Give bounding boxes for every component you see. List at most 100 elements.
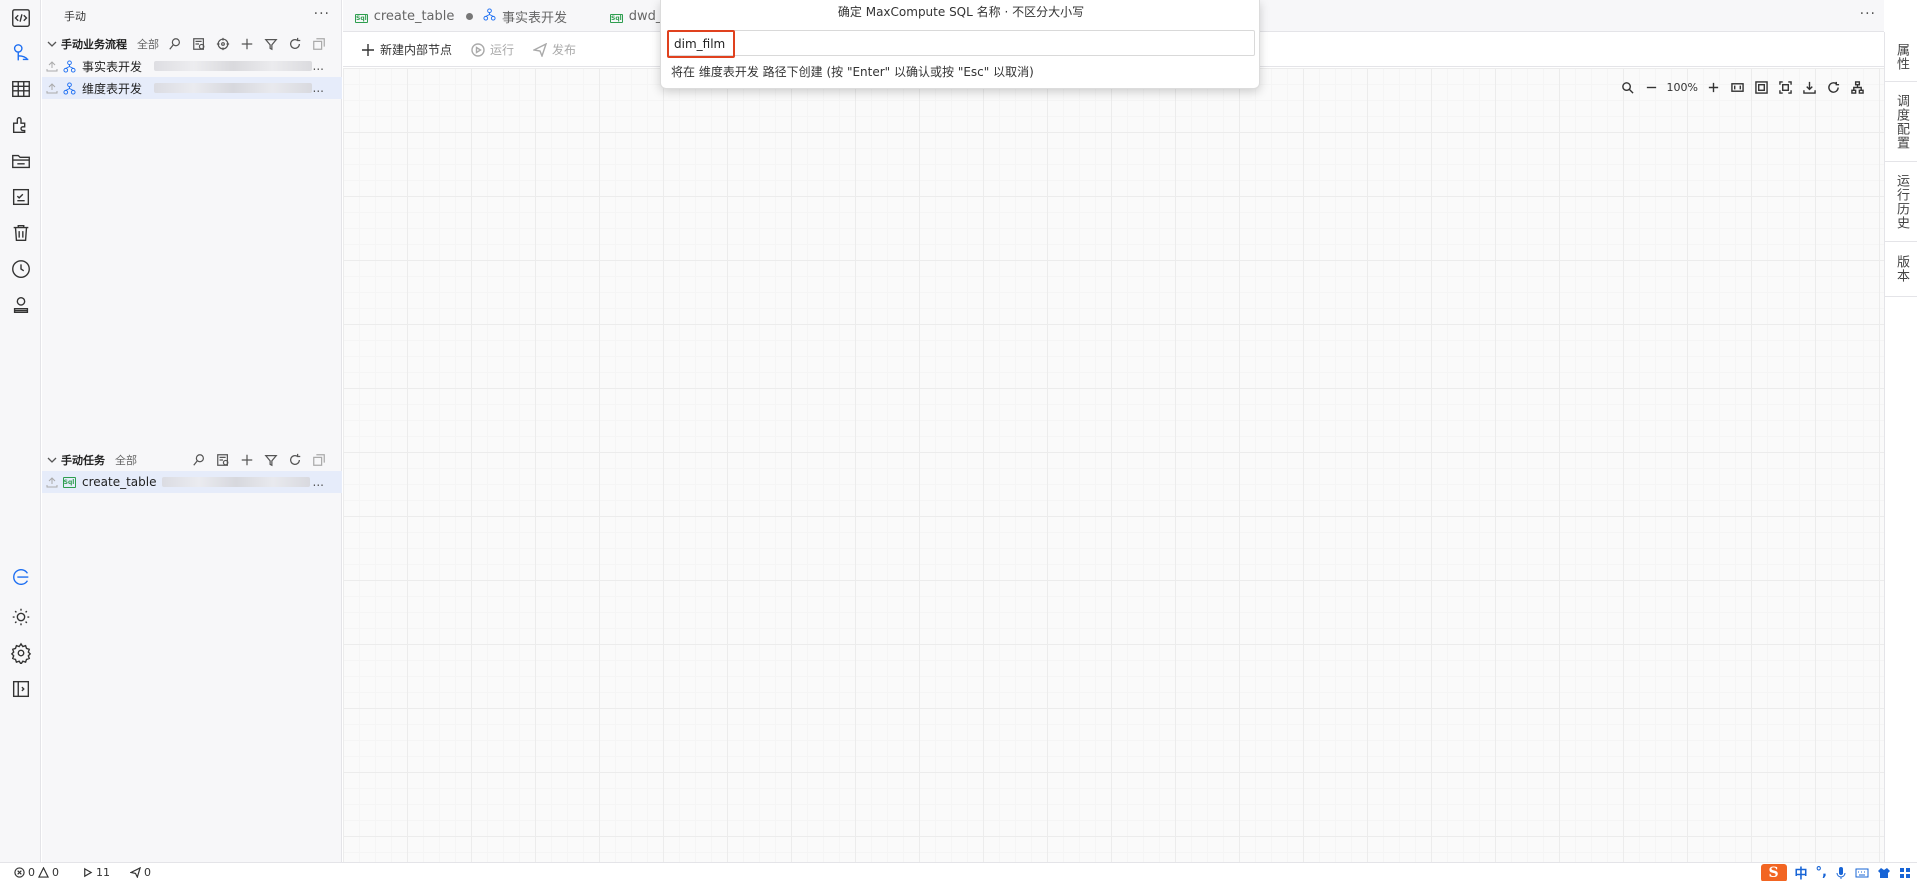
name-input[interactable] — [674, 35, 1234, 53]
logo-icon[interactable] — [5, 561, 36, 592]
workflow-section-title: 手动业务流程 — [61, 38, 127, 51]
trash-icon[interactable] — [5, 217, 36, 248]
send-icon — [533, 42, 547, 57]
collapse-all-icon[interactable] — [310, 452, 328, 468]
zoom-toolbar: 100% — [1619, 78, 1866, 96]
right-panel: 属性 调度配置 运行历史 版本 — [1884, 32, 1917, 862]
sql-file-icon: Sql — [610, 13, 623, 23]
tab-label: dwd_ — [628, 8, 663, 24]
table-icon[interactable] — [5, 73, 36, 104]
quick-input-hint: 将在 维度表开发 路径下创建 (按 "Enter" 以确认或按 "Esc" 以取… — [671, 65, 1034, 79]
tab-schedule-config[interactable]: 调度配置 — [1885, 82, 1917, 162]
search-code-icon[interactable] — [190, 36, 208, 52]
sql-file-icon: Sql — [62, 476, 76, 488]
ime-tray: S 中 °, — [1760, 863, 1911, 881]
publish-count-indicator[interactable]: 0 — [130, 866, 151, 879]
workflow-icon — [483, 7, 496, 25]
modified-dot-icon — [466, 12, 474, 20]
clock-icon[interactable] — [5, 253, 36, 284]
keyboard-icon[interactable] — [1855, 867, 1869, 879]
new-node-button[interactable]: 新建内部节点 — [361, 41, 452, 58]
download-icon[interactable] — [1800, 78, 1818, 96]
task-filter-label[interactable]: 全部 — [115, 452, 137, 468]
add-icon[interactable] — [238, 452, 256, 468]
status-bar: 0 0 11 0 S 中 °, — [0, 862, 1917, 881]
workflow-section: 手动业务流程 全部 事实表开发 ... 维度表开发 ... — [42, 33, 342, 99]
refresh-icon[interactable] — [286, 452, 304, 468]
plus-icon — [362, 43, 374, 56]
error-icon — [14, 867, 25, 878]
tab-properties[interactable]: 属性 — [1885, 32, 1917, 82]
search-icon[interactable] — [1619, 78, 1637, 96]
upload-lock-icon — [46, 83, 58, 94]
sidebar-title: 手动 — [64, 10, 86, 23]
run-count-indicator[interactable]: 11 — [82, 866, 110, 879]
workflow-icon — [62, 81, 76, 95]
redacted-text — [154, 83, 312, 93]
user-stamp-icon[interactable] — [5, 289, 36, 320]
tab-create-table[interactable]: Sql create_table — [355, 0, 474, 32]
problems-indicator[interactable]: 0 0 — [14, 866, 59, 879]
tab-run-history[interactable]: 运行历史 — [1885, 162, 1917, 242]
error-count: 0 — [28, 866, 35, 879]
quick-input-title: 确定 MaxCompute SQL 名称 · 不区分大小写 — [837, 5, 1085, 19]
settings-gear-icon[interactable] — [5, 637, 36, 668]
data-development-icon[interactable] — [5, 37, 36, 68]
tab-versions[interactable]: 版本 — [1885, 242, 1917, 297]
fullscreen-icon[interactable] — [1776, 78, 1794, 96]
workflow-section-tools — [166, 36, 328, 52]
play-circle-icon — [471, 42, 485, 57]
component-icon[interactable] — [5, 109, 36, 140]
panel-toggle-icon[interactable] — [5, 673, 36, 704]
upload-lock-icon — [46, 61, 58, 72]
checklist-icon[interactable] — [5, 181, 36, 212]
zoom-out-icon[interactable] — [1643, 78, 1661, 96]
chevron-down-icon — [47, 41, 57, 47]
filter-icon[interactable] — [262, 452, 280, 468]
chevron-down-icon — [47, 457, 57, 463]
sql-file-icon: Sql — [355, 13, 368, 23]
run-button[interactable]: 运行 — [471, 41, 514, 58]
task-section-tools — [190, 452, 328, 468]
code-icon[interactable] — [5, 2, 36, 33]
tab-label: create_table — [373, 8, 455, 24]
search-icon[interactable] — [166, 36, 184, 52]
sogou-logo-icon[interactable]: S — [1760, 863, 1787, 881]
sidebar-header: 手动 ··· — [42, 0, 342, 32]
tabs-more-button[interactable]: ··· — [1860, 6, 1876, 22]
actual-size-icon[interactable] — [1728, 78, 1746, 96]
add-icon[interactable] — [238, 36, 256, 52]
workflow-item[interactable]: 事实表开发 ... — [42, 55, 342, 77]
warning-icon — [38, 867, 49, 878]
microphone-icon[interactable] — [1835, 866, 1847, 880]
activity-bar — [0, 0, 41, 862]
quick-input-box — [667, 30, 1255, 58]
ime-language[interactable]: 中 — [1795, 863, 1808, 881]
folder-icon[interactable] — [5, 145, 36, 176]
refresh-icon[interactable] — [1824, 78, 1842, 96]
search-icon[interactable] — [190, 452, 208, 468]
zoom-in-icon[interactable] — [1704, 78, 1722, 96]
toolbox-grid-icon[interactable] — [1899, 867, 1911, 879]
filter-icon[interactable] — [262, 36, 280, 52]
tab-dwd[interactable]: Sql dwd_ — [610, 0, 662, 32]
task-section-title: 手动任务 — [61, 454, 105, 467]
task-item[interactable]: Sql create_table ... — [42, 471, 342, 493]
workflow-canvas[interactable]: 100% — [343, 68, 1884, 862]
workflow-item[interactable]: 维度表开发 ... — [42, 77, 342, 99]
punctuation-icon[interactable]: °, — [1816, 865, 1827, 880]
search-code-icon[interactable] — [214, 452, 232, 468]
tab-workflow[interactable]: 事实表开发 — [483, 0, 567, 32]
sidebar-more-button[interactable]: ··· — [314, 6, 330, 22]
fit-view-icon[interactable] — [1752, 78, 1770, 96]
task-item-suffix: ... — [312, 475, 324, 489]
task-item-label: create_table — [82, 475, 157, 489]
locate-icon[interactable] — [214, 36, 232, 52]
skin-shirt-icon[interactable] — [1877, 867, 1891, 879]
auto-layout-icon[interactable] — [1848, 78, 1866, 96]
publish-button[interactable]: 发布 — [533, 41, 576, 58]
theme-sun-icon[interactable] — [5, 601, 36, 632]
collapse-all-icon[interactable] — [310, 36, 328, 52]
workflow-filter-label[interactable]: 全部 — [137, 36, 159, 52]
refresh-icon[interactable] — [286, 36, 304, 52]
